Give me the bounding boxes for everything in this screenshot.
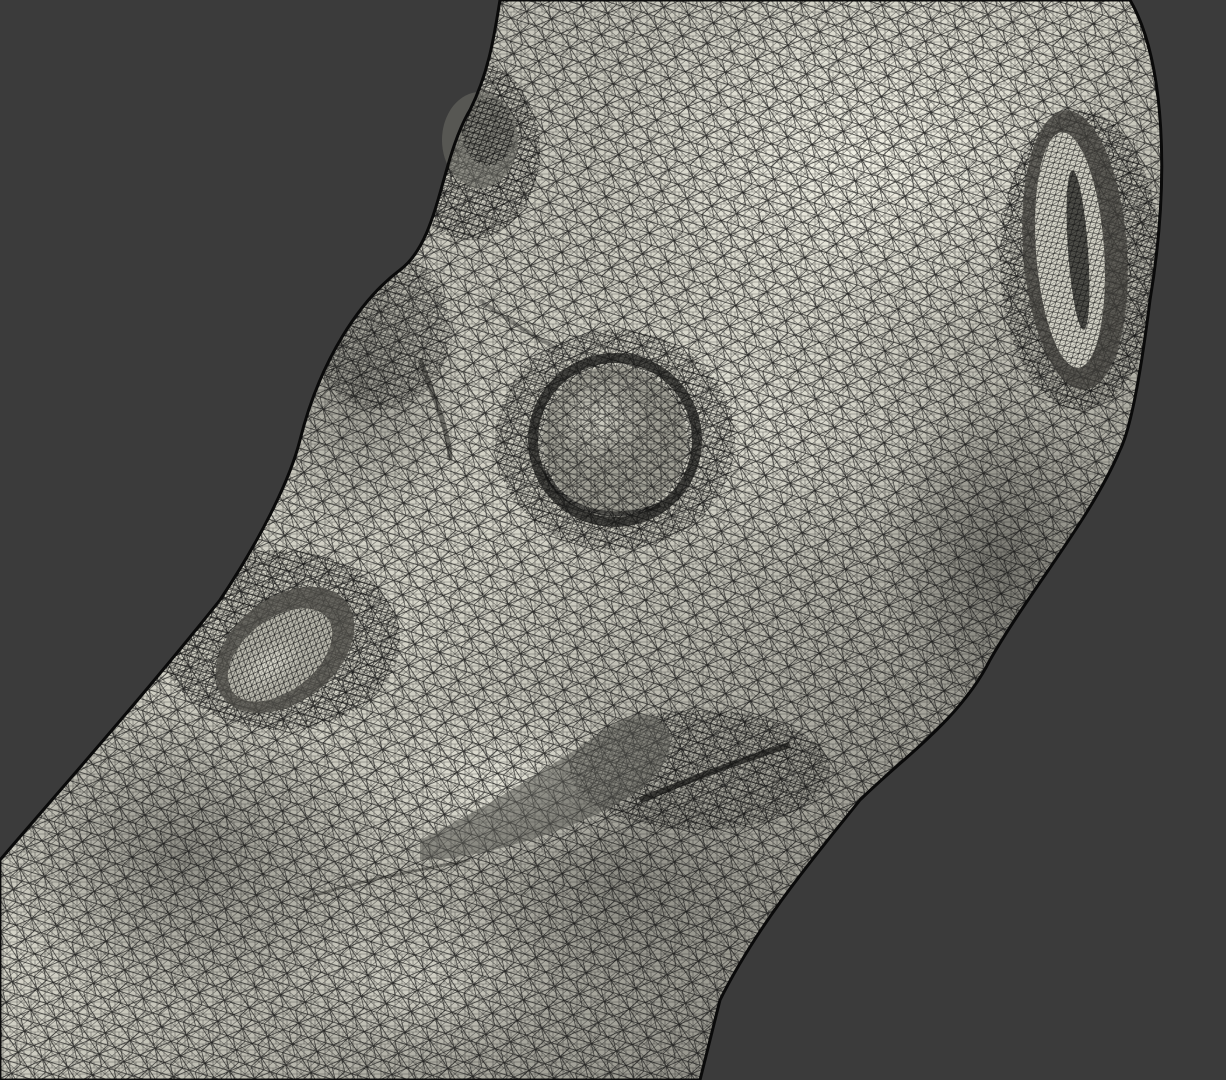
mesh-bump-upper [442,92,518,188]
mesh-circular-dimple [528,353,702,527]
3d-viewport[interactable] [0,0,1226,1080]
mesh-render[interactable] [0,0,1226,1080]
